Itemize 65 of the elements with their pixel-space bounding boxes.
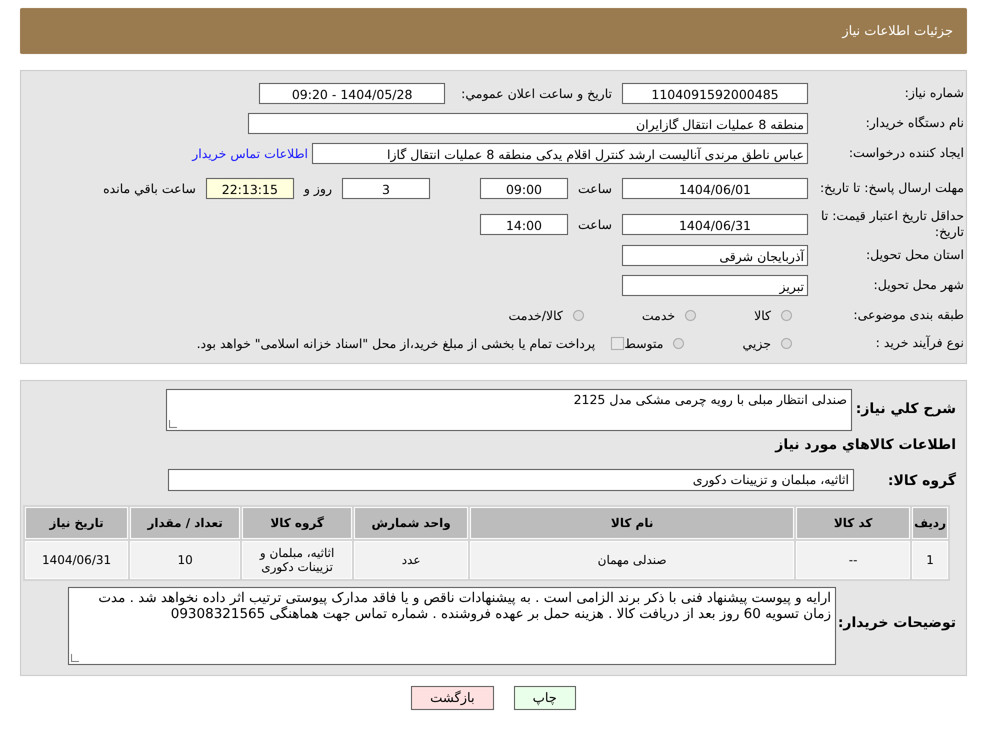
radio-label: جزيي xyxy=(742,336,771,350)
text-field[interactable]: 1404/06/01 xyxy=(622,178,808,198)
field-label: مهلت ارسال پاسخ: تا تاریخ: xyxy=(818,180,964,196)
radio-button[interactable] xyxy=(685,310,696,320)
table-cell: 1 xyxy=(912,541,948,579)
field-label: نوع فرآیند خرید : xyxy=(874,335,964,351)
field-label: ایجاد کننده درخواست: xyxy=(848,145,964,161)
page-title: جزئیات اطلاعات نیاز xyxy=(842,24,953,38)
column-header: گروه کالا xyxy=(242,507,352,539)
goods-group-field[interactable]: اثاثیه، مبلمان و تزیینات دکوری xyxy=(168,469,854,491)
field-label: استان محل تحویل: xyxy=(864,247,964,263)
field-label: ساعت xyxy=(578,180,612,196)
field-label: توضیحات خریدار: xyxy=(836,614,956,631)
column-header: واحد شمارش xyxy=(354,507,468,539)
table-cell: صندلی مهمان xyxy=(470,541,794,579)
contact-link[interactable]: اطلاعات تماس خریدار xyxy=(192,146,308,160)
column-header: کد کالا xyxy=(796,507,910,539)
field-label: شرح كلي نياز: xyxy=(854,400,956,417)
radio-button[interactable] xyxy=(781,310,792,320)
radio-label: خدمت xyxy=(642,308,676,322)
radio-label: متوسط xyxy=(624,336,664,350)
table-cell: اثاثیه، مبلمان و تزیینات دکوری xyxy=(242,541,352,579)
text-field[interactable]: تبریز xyxy=(622,274,808,296)
text-field[interactable]: 1404/06/31 xyxy=(622,214,808,234)
text-field[interactable]: 1404/05/28 - 09:20 xyxy=(259,82,446,104)
text-field[interactable]: 3 xyxy=(342,178,430,198)
field-label: شهر محل تحویل: xyxy=(872,277,964,293)
table-cell: -- xyxy=(796,541,910,579)
resize-grip-icon xyxy=(71,654,79,662)
section-heading: اطلاعات كالاهاي مورد نياز xyxy=(774,436,957,455)
resize-grip-icon xyxy=(169,420,177,428)
notes-field[interactable]: ارایه و پیوست پیشنهاد فنی با ذکر برند الزامی است . به پیشنهادات ناقص و یا فاقد مدارک پیوستی ترتیب اثر داده نخواهد شد . مدت زمان تسویه 60 روز بعد از دریافت کالا . هزینه حمل بر عهده فروشنده . شماره تماس جهت هماهنگی 09308321565 xyxy=(68,587,836,665)
checkbox[interactable] xyxy=(611,336,624,350)
field-label: نام دستگاه خریدار: xyxy=(864,115,964,131)
text-field[interactable]: 1104091592000485 xyxy=(622,82,808,104)
field-label: ساعت باقي مانده xyxy=(103,180,196,196)
table-cell: عدد xyxy=(354,541,468,579)
back-button[interactable]: بازگشت xyxy=(411,686,494,710)
field-label: تاريخ و ساعت اعلان عمومي: xyxy=(461,86,612,100)
text-field[interactable]: 14:00 xyxy=(480,214,568,234)
field-label: حداقل تاریخ اعتبار قیمت: تا تاریخ: xyxy=(820,208,964,240)
column-header: ردیف xyxy=(912,507,948,539)
field-label: شماره نیاز: xyxy=(904,85,964,101)
countdown-field[interactable]: 22:13:15 xyxy=(206,178,294,198)
payment-note: پرداخت تمام یا بخشی از مبلغ خرید،از محل "اسناد خزانه اسلامی" خواهد بود. xyxy=(196,336,596,350)
table-cell: 1404/06/31 xyxy=(25,541,128,579)
text-field[interactable]: عباس ناطق مرندی آنالیست ارشد کنترل اقلام یدکی منطقه 8 عملیات انتقال گازا xyxy=(312,142,808,164)
column-header: تاریخ نیاز xyxy=(25,507,128,539)
radio-label: کالا/خدمت xyxy=(508,308,563,322)
text-field[interactable]: منطقه 8 عملیات انتقال گازایران xyxy=(248,112,808,134)
column-header: تعداد / مقدار xyxy=(130,507,240,539)
column-header: نام کالا xyxy=(470,507,794,539)
field-label: گروه کالا: xyxy=(886,471,956,489)
field-label: روز و xyxy=(304,180,332,196)
description-field[interactable]: صندلی انتظار مبلی با رویه چرمی مشکی مدل 2125 xyxy=(166,389,852,431)
field-label: طبقه بندی موضوعی: xyxy=(852,307,964,323)
radio-button[interactable] xyxy=(572,310,584,320)
field-label: ساعت xyxy=(578,216,612,232)
radio-button[interactable] xyxy=(781,338,792,348)
radio-button[interactable] xyxy=(673,338,684,348)
table-cell: 10 xyxy=(130,541,240,579)
print-button[interactable]: چاپ xyxy=(514,686,576,710)
text-field[interactable]: آذربایجان شرقی xyxy=(622,244,808,266)
text-field[interactable]: 09:00 xyxy=(480,178,568,198)
radio-label: کالا xyxy=(754,308,771,322)
